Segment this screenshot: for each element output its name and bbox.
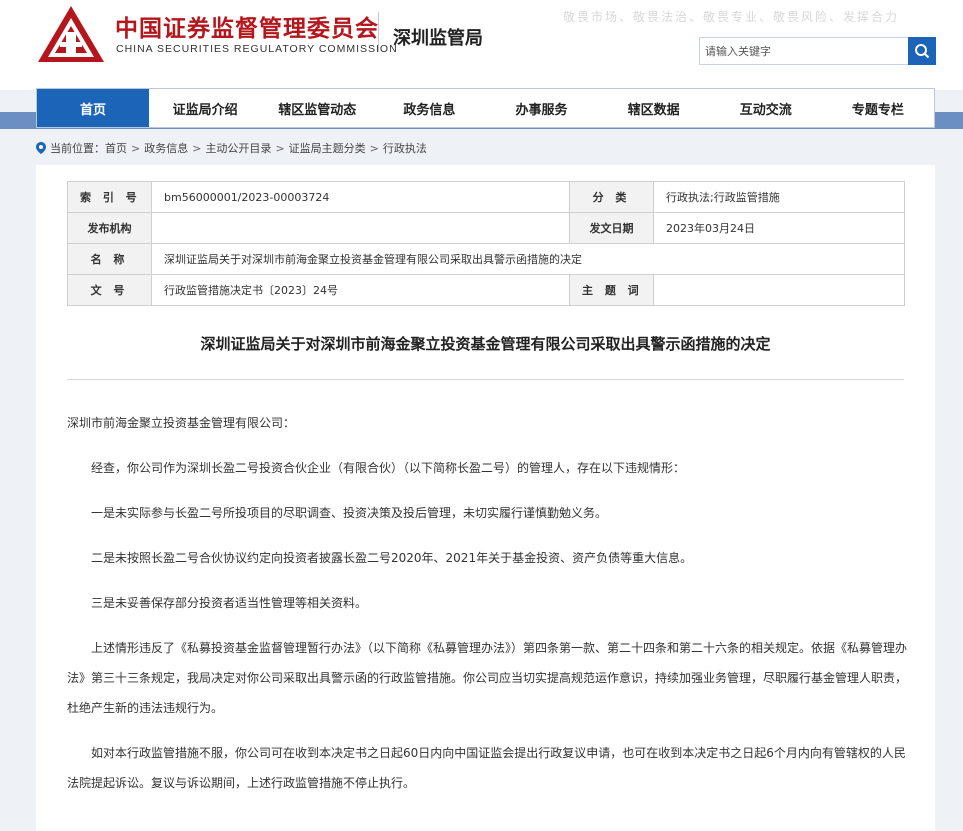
csrc-logo-icon[interactable] [36,4,106,66]
document-meta-table: 索 引 号 bm56000001/2023-00003724 分 类 行政执法;… [67,181,905,306]
brand-name-en: CHINA SECURITIES REGULATORY COMMISSION [116,43,398,55]
breadcrumb-enforcement[interactable]: 行政执法 [383,140,427,156]
index-value: bm56000001/2023-00003724 [151,181,570,213]
meta-row: 发布机构 发文日期 2023年03月24日 [67,212,905,244]
index-label: 索 引 号 [67,181,152,213]
breadcrumb-label: 当前位置： [50,142,105,155]
slogan: 敬畏市场、敬畏法治、敬畏专业、敬畏风险、发挥合力 [563,10,900,24]
date-label: 发文日期 [569,212,654,244]
content-panel: 索 引 号 bm56000001/2023-00003724 分 类 行政执法;… [36,165,935,831]
name-value: 深圳证监局关于对深圳市前海金聚立投资基金管理有限公司采取出具警示函措施的决定 [151,243,905,275]
nav-item-interaction[interactable]: 互动交流 [710,89,822,127]
category-value: 行政执法;行政监管措施 [653,181,905,213]
document-title: 深圳证监局关于对深圳市前海金聚立投资基金管理有限公司采取出具警示函措施的决定 [200,335,771,353]
breadcrumb: 当前位置： 首页 > 政务信息 > 主动公开目录 > 证监局主题分类 > 行政执… [36,140,427,156]
breadcrumb-separator: > [275,141,285,155]
paragraph: 二是未按照长盈二号合伙协议约定向投资者披露长盈二号2020年、2021年关于基金… [91,551,693,565]
meta-row: 名 称 深圳证监局关于对深圳市前海金聚立投资基金管理有限公司采取出具警示函措施的… [67,243,905,275]
nav-item-topics[interactable]: 专题专栏 [822,89,934,127]
search-box [699,37,936,65]
paragraph: 如对本行政监管措施不服，你公司可在收到本决定书之日起60日内向中国证监会提出行政… [67,746,906,790]
issuer-label: 发布机构 [67,212,152,244]
meta-row: 索 引 号 bm56000001/2023-00003724 分 类 行政执法;… [67,181,905,213]
search-icon [915,44,930,59]
search-button[interactable] [908,37,936,65]
name-label: 名 称 [67,243,152,275]
brand-name-cn: 中国证券监督管理委员会 [115,16,379,42]
salutation: 深圳市前海金聚立投资基金管理有限公司： [67,416,296,430]
keywords-label: 主 题 词 [569,274,654,306]
nav-item-services[interactable]: 办事服务 [486,89,598,127]
site-header: 中国证券监督管理委员会 CHINA SECURITIES REGULATORY … [0,0,963,90]
document-body: 深圳市前海金聚立投资基金管理有限公司： 经查，你公司作为深圳长盈二号投资合伙企业… [67,408,907,813]
breadcrumb-separator: > [131,141,141,155]
breadcrumb-topic[interactable]: 证监局主题分类 [289,140,366,156]
breadcrumb-separator: > [369,141,379,155]
issuer-value [151,212,570,244]
breadcrumb-gov-info[interactable]: 政务信息 [144,140,188,156]
paragraph: 一是未实际参与长盈二号所投项目的尽职调查、投资决策及投后管理，未切实履行谨慎勤勉… [91,506,608,520]
bureau-name: 深圳监管局 [393,28,483,49]
paragraph: 三是未妥善保存部分投资者适当性管理等相关资料。 [91,596,368,610]
paragraph: 经查，你公司作为深圳长盈二号投资合伙企业（有限合伙）（以下简称长盈二号）的管理人… [91,461,686,475]
nav-item-home[interactable]: 首页 [37,89,150,127]
title-divider [67,379,904,380]
nav-item-gov-info[interactable]: 政务信息 [373,89,485,127]
meta-row: 文 号 行政监管措施决定书〔2023〕24号 主 题 词 [67,274,905,306]
docno-value: 行政监管措施决定书〔2023〕24号 [151,274,570,306]
breadcrumb-home[interactable]: 首页 [105,140,127,156]
category-label: 分 类 [569,181,654,213]
nav-item-about[interactable]: 证监局介绍 [149,89,261,127]
main-nav: 首页 证监局介绍 辖区监管动态 政务信息 办事服务 辖区数据 互动交流 专题专栏 [36,88,935,128]
breadcrumb-separator: > [192,141,202,155]
location-pin-icon [36,142,46,154]
date-value: 2023年03月24日 [653,212,905,244]
nav-item-data[interactable]: 辖区数据 [598,89,710,127]
paragraph: 上述情形违反了《私募投资基金监督管理暂行办法》（以下简称《私募管理办法》）第四条… [67,641,908,715]
docno-label: 文 号 [67,274,152,306]
nav-item-regulatory-news[interactable]: 辖区监管动态 [261,89,373,127]
brand-divider [378,12,379,52]
keywords-value [653,274,905,306]
breadcrumb-catalog[interactable]: 主动公开目录 [205,140,271,156]
search-input[interactable] [699,37,909,65]
